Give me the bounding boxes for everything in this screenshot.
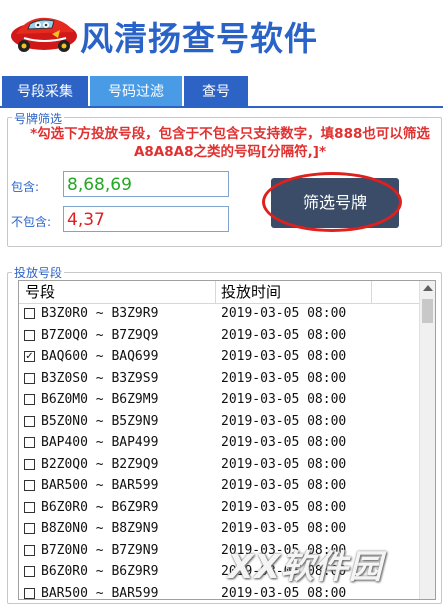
scroll-up-arrow-icon[interactable]: [423, 285, 433, 291]
filter-hint-text: *勾选下方投放号段，包含于不包含只支持数字，填888也可以筛选A8A8A8之类的…: [30, 126, 430, 160]
table-row[interactable]: BAP400 ~ BAP499 2019-03-05 08:00: [19, 432, 419, 454]
row-time: 2019-03-05 08:00: [221, 327, 347, 343]
tab-segment-collect[interactable]: 号段采集: [2, 76, 88, 108]
row-segment: B3Z0R0 ~ B3Z9R9: [41, 306, 159, 321]
tab-number-filter[interactable]: 号码过滤: [90, 76, 182, 108]
row-segment: B7Z0N0 ~ B7Z9N9: [41, 542, 159, 558]
row-time: 2019-03-05 08:00: [221, 306, 347, 321]
row-checkbox[interactable]: [24, 394, 35, 405]
row-time: 2019-03-05 08:00: [221, 521, 347, 536]
row-checkbox[interactable]: [24, 566, 35, 577]
tab-query[interactable]: 查号: [184, 76, 248, 108]
row-time: 2019-03-05 08:00: [221, 413, 347, 429]
row-segment: BAR500 ~ BAR599: [41, 585, 159, 600]
column-header-time[interactable]: 投放时间: [215, 282, 371, 303]
row-checkbox[interactable]: [24, 523, 35, 534]
row-time: 2019-03-05 08:00: [221, 499, 347, 515]
row-segment: B6Z0M0 ~ B6Z9M9: [41, 392, 159, 407]
exclude-label: 不包含:: [11, 215, 52, 229]
table-row[interactable]: B3Z0R0 ~ B3Z9R9 2019-03-05 08:00: [19, 303, 419, 325]
table-row[interactable]: ✓ BAQ600 ~ BAQ699 2019-03-05 08:00: [19, 346, 419, 368]
row-segment: B5Z0N0 ~ B5Z9N9: [41, 413, 159, 429]
include-input[interactable]: 8,68,69: [63, 171, 229, 197]
row-checkbox[interactable]: [24, 587, 35, 599]
table-row[interactable]: B7Z0Q0 ~ B7Z9Q9 2019-03-05 08:00: [19, 325, 419, 347]
row-segment: B6Z0R0 ~ B6Z9R9: [41, 564, 159, 579]
row-segment: B6Z0R0 ~ B6Z9R9: [41, 499, 159, 515]
watermark: XX软件园: [228, 547, 383, 586]
row-segment: BAQ600 ~ BAQ699: [41, 349, 159, 364]
table-row[interactable]: B5Z0N0 ~ B5Z9N9 2019-03-05 08:00: [19, 411, 419, 433]
column-header-segment[interactable]: 号段: [19, 282, 215, 303]
app-header: 风清扬查号软件: [0, 0, 443, 72]
list-header: 号段 投放时间: [19, 281, 419, 304]
tab-underline: [0, 106, 443, 108]
row-time: 2019-03-05 08:00: [221, 392, 347, 407]
row-time: 2019-03-05 08:00: [221, 370, 347, 386]
table-row[interactable]: B6Z0M0 ~ B6Z9M9 2019-03-05 08:00: [19, 389, 419, 411]
row-segment: B7Z0Q0 ~ B7Z9Q9: [41, 327, 159, 343]
app-title: 风清扬查号软件: [80, 19, 318, 58]
row-checkbox[interactable]: [24, 480, 35, 491]
table-row[interactable]: B6Z0R0 ~ B6Z9R9 2019-03-05 08:00: [19, 497, 419, 519]
row-checkbox[interactable]: [24, 437, 35, 448]
row-time: 2019-03-05 08:00: [221, 435, 347, 450]
scrollbar-thumb[interactable]: [422, 299, 433, 323]
row-segment: B8Z0N0 ~ B8Z9N9: [41, 521, 159, 536]
row-time: 2019-03-05 08:00: [221, 349, 347, 364]
include-label: 包含:: [11, 180, 40, 194]
table-row[interactable]: BAR500 ~ BAR599 2019-03-05 08:00: [19, 475, 419, 497]
tab-bar: 号段采集 号码过滤 查号: [0, 72, 443, 108]
row-segment: B3Z0S0 ~ B3Z9S9: [41, 370, 159, 386]
table-row[interactable]: B2Z0Q0 ~ B2Z9Q9 2019-03-05 08:00: [19, 454, 419, 476]
row-segment: BAR500 ~ BAR599: [41, 478, 159, 493]
row-time: 2019-03-05 08:00: [221, 456, 347, 472]
row-checkbox[interactable]: ✓: [24, 351, 35, 362]
row-checkbox[interactable]: [24, 415, 35, 427]
row-checkbox[interactable]: [24, 372, 35, 384]
row-checkbox[interactable]: [24, 458, 35, 470]
row-checkbox[interactable]: [24, 544, 35, 556]
row-segment: B2Z0Q0 ~ B2Z9Q9: [41, 456, 159, 472]
exclude-input[interactable]: 4,37: [63, 206, 229, 232]
red-race-car-icon: [11, 17, 77, 52]
row-time: 2019-03-05 08:00: [221, 478, 347, 493]
vertical-scrollbar[interactable]: [419, 281, 435, 599]
row-checkbox[interactable]: [24, 308, 35, 319]
segments-group-title: 投放号段: [12, 264, 65, 281]
filter-plates-button[interactable]: 筛选号牌: [271, 178, 399, 228]
table-row[interactable]: B3Z0S0 ~ B3Z9S9 2019-03-05 08:00: [19, 368, 419, 390]
table-row[interactable]: B8Z0N0 ~ B8Z9N9 2019-03-05 08:00: [19, 518, 419, 540]
row-checkbox[interactable]: [24, 501, 35, 513]
column-divider: [371, 281, 372, 303]
row-checkbox[interactable]: [24, 329, 35, 341]
row-segment: BAP400 ~ BAP499: [41, 435, 159, 450]
